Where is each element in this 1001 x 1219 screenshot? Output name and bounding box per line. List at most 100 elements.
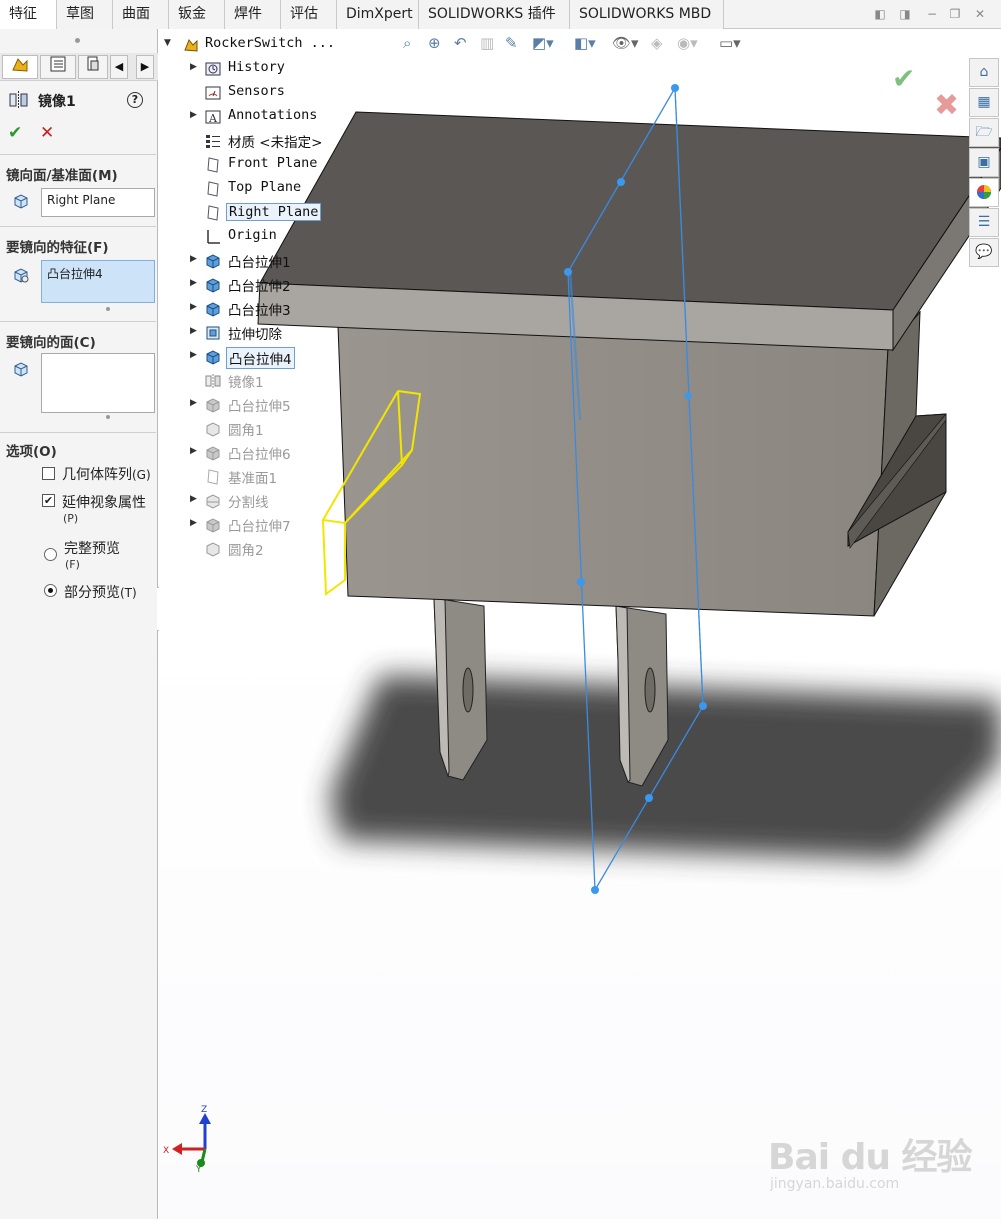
tab-sheet-metal[interactable]: 钣金 <box>169 0 225 29</box>
tree-item-label: History <box>228 59 285 75</box>
geometry-pattern-label: 几何体阵列(G) <box>62 467 151 483</box>
tree-item-label: 凸台拉伸4 <box>226 347 295 369</box>
features-to-mirror-header[interactable]: 要镜向的特征(F) <box>6 236 109 256</box>
list-item[interactable]: 凸台拉伸4 <box>47 267 103 281</box>
edit-appearance-icon[interactable]: ◈ <box>651 34 663 56</box>
forum-icon[interactable]: 💬 <box>969 238 999 267</box>
tab-sketch[interactable]: 草图 <box>57 0 113 29</box>
mirror-plane-field[interactable]: Right Plane <box>41 188 155 217</box>
partial-preview-radio[interactable] <box>44 584 57 597</box>
options-header[interactable]: 选项(O) <box>6 440 57 460</box>
zoom-to-area-icon[interactable]: ⊕ <box>428 34 441 56</box>
tab-solidworks-mbd[interactable]: SOLIDWORKS MBD <box>570 0 724 29</box>
tab-evaluate[interactable]: 评估 <box>281 0 337 29</box>
custom-properties-icon[interactable]: ☰ <box>969 208 999 237</box>
material-icon <box>206 135 220 148</box>
tree-item-label: 基准面1 <box>228 471 278 487</box>
tab-surfaces[interactable]: 曲面 <box>113 0 169 29</box>
view-settings-icon[interactable]: ▭▾ <box>719 34 741 56</box>
configuration-manager-tab[interactable] <box>78 55 108 79</box>
file-explorer-icon[interactable]: 🗁 <box>969 118 999 147</box>
expand-icon[interactable]: ▶ <box>190 398 197 408</box>
tabs-scroll-right[interactable]: ▶ <box>136 55 154 79</box>
tab-solidworks-addins[interactable]: SOLIDWORKS 插件 <box>419 0 570 29</box>
view-orientation-icon[interactable]: ◩▾ <box>532 34 554 56</box>
expand-icon[interactable]: ▶ <box>190 254 197 264</box>
mirror-plane-header[interactable]: 镜向面/基准面(M) <box>6 164 118 184</box>
dynamic-annotation-icon[interactable]: ✎ <box>505 34 518 56</box>
expand-icon[interactable]: ▶ <box>190 494 197 504</box>
view-palette-icon[interactable]: ▣ <box>969 148 999 177</box>
feature-tree-icon <box>12 58 28 72</box>
tree-item-label: 凸台拉伸6 <box>228 447 291 463</box>
tabs-scroll-left[interactable]: ◀ <box>110 55 128 79</box>
expand-icon[interactable]: ▶ <box>190 110 197 120</box>
tree-item-label: 凸台拉伸5 <box>228 399 291 415</box>
origin-icon <box>207 230 220 244</box>
tree-item-label: 凸台拉伸1 <box>228 255 291 271</box>
ok-button[interactable]: ✔ <box>8 123 22 143</box>
pm-header: 镜像1 ? <box>8 89 153 111</box>
appearances-icon[interactable] <box>969 178 999 207</box>
feature-manager-tab[interactable] <box>2 55 38 79</box>
expand-icon[interactable]: ▶ <box>190 62 197 72</box>
section-view-icon[interactable]: ▥ <box>480 34 494 56</box>
z-axis-label: Z <box>201 1105 207 1115</box>
history-icon <box>205 62 221 76</box>
help-icon[interactable]: ? <box>127 92 143 108</box>
collapse-icon[interactable]: ▼ <box>164 38 171 48</box>
restore-icon[interactable]: ❐ <box>947 6 963 22</box>
tab-dimxpert[interactable]: DimXpert <box>337 0 419 29</box>
property-manager-tab[interactable] <box>40 55 76 79</box>
divider <box>0 154 156 155</box>
geometry-pattern-checkbox[interactable] <box>42 467 55 480</box>
part-icon <box>184 39 198 52</box>
full-preview-key: (F) <box>65 558 80 571</box>
face-plane-icon <box>14 194 28 209</box>
tab-features[interactable]: 特征 <box>0 0 57 30</box>
sensor-icon <box>205 86 221 100</box>
features-icon <box>14 268 29 283</box>
faces-to-mirror-header[interactable]: 要镜向的面(C) <box>6 331 96 351</box>
design-library-icon[interactable]: ▦ <box>969 88 999 117</box>
propagate-visual-key: (P) <box>63 512 79 525</box>
expand-icon[interactable]: ▶ <box>190 302 197 312</box>
tree-item-label: 分割线 <box>228 495 269 511</box>
propagate-visual-checkbox[interactable]: ✔ <box>42 494 55 507</box>
confirm-cancel-icon[interactable]: ✖ <box>934 88 959 123</box>
divider <box>0 321 156 322</box>
zoom-to-fit-icon[interactable]: ⌕ <box>403 34 411 56</box>
panel-grip[interactable] <box>75 38 80 43</box>
tree-root-label: RockerSwitch ... <box>205 35 336 51</box>
tree-item-label: 拉伸切除 <box>228 327 282 343</box>
features-to-mirror-list[interactable]: 凸台拉伸4 <box>41 260 155 303</box>
apply-scene-icon[interactable]: ◉▾ <box>677 34 698 56</box>
expand-icon[interactable]: ▶ <box>190 446 197 456</box>
previous-view-icon[interactable]: ↶ <box>454 34 467 56</box>
expand-icon[interactable]: ▶ <box>190 350 197 360</box>
collapse-right-icon[interactable]: ◨ <box>897 6 913 22</box>
expand-icon[interactable]: ▶ <box>190 518 197 528</box>
partial-preview-label: 部分预览(T) <box>64 585 137 601</box>
annotation-icon: A <box>205 110 221 125</box>
hide-show-items-icon[interactable]: 👁▾ <box>612 34 639 56</box>
tree-item-label: 圆角2 <box>228 543 264 559</box>
collapse-left-icon[interactable]: ◧ <box>872 6 888 22</box>
watermark-main: Bai du 经验 <box>768 1137 973 1178</box>
display-style-icon[interactable]: ◧▾ <box>574 34 596 56</box>
minimize-icon[interactable]: − <box>924 6 940 22</box>
tab-weldments[interactable]: 焊件 <box>225 0 281 29</box>
manager-tabs: ◀ ▶ <box>0 53 158 81</box>
tree-item-label: Top Plane <box>228 179 302 195</box>
cut-extrude-icon <box>206 326 220 340</box>
faces-to-mirror-list[interactable] <box>41 353 155 413</box>
close-icon[interactable]: ✕ <box>972 6 988 22</box>
cancel-button[interactable]: ✕ <box>40 123 54 143</box>
expand-icon[interactable]: ▶ <box>190 278 197 288</box>
list-resize-handle[interactable] <box>106 415 110 419</box>
list-resize-handle[interactable] <box>106 307 110 311</box>
confirm-ok-icon[interactable]: ✔ <box>892 62 915 95</box>
home-icon[interactable]: ⌂ <box>969 58 999 87</box>
full-preview-radio[interactable] <box>44 548 57 561</box>
expand-icon[interactable]: ▶ <box>190 326 197 336</box>
